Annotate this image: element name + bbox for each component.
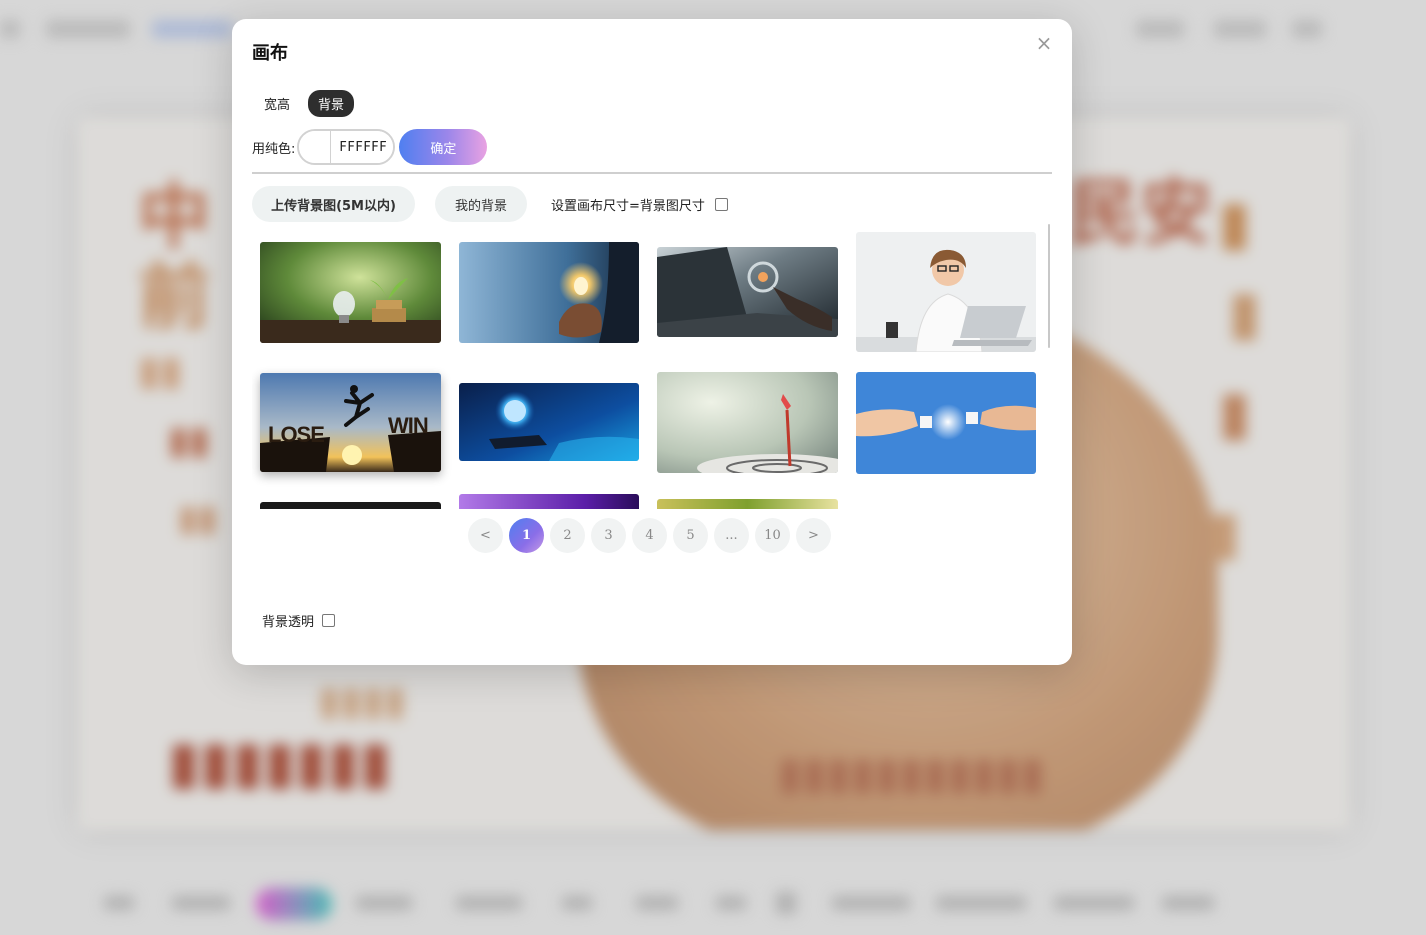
- gallery-pagination: < 1 2 3 4 5 ... 10 >: [468, 518, 831, 553]
- transparent-background-checkbox[interactable]: [322, 614, 336, 627]
- match-size-option: 设置画布尺寸=背景图尺寸: [551, 195, 728, 214]
- confirm-color-button[interactable]: 确定: [399, 129, 488, 165]
- close-button[interactable]: ×: [1032, 31, 1056, 55]
- gallery-scrollbar[interactable]: [1048, 224, 1050, 348]
- gallery-thumb-puzzle-hands[interactable]: [856, 372, 1036, 474]
- gallery-thumb-magnifier-laptop[interactable]: [657, 247, 838, 337]
- gallery-thumb-dark[interactable]: [260, 502, 441, 509]
- transparent-background-option: 背景透明: [262, 611, 336, 630]
- page-1-button[interactable]: 1: [509, 518, 544, 553]
- solid-color-row: 用纯色: 确定: [252, 129, 488, 165]
- gallery-thumb-lightbulb-plant[interactable]: [260, 242, 441, 343]
- gallery-thumb-lose-win[interactable]: LOSE WIN: [260, 373, 441, 472]
- page-2-button[interactable]: 2: [550, 518, 585, 553]
- background-actions: 上传背景图(5M以内) 我的背景 设置画布尺寸=背景图尺寸: [252, 186, 728, 222]
- gallery-thumb-hand-lightbulb[interactable]: [459, 242, 639, 343]
- prev-page-button[interactable]: <: [468, 518, 503, 553]
- color-picker-group: [297, 129, 396, 165]
- gallery-thumb-dart-target[interactable]: [657, 372, 838, 473]
- gallery-thumb-woman-thinking[interactable]: [856, 232, 1036, 352]
- gallery-thumb-purple[interactable]: [459, 494, 639, 509]
- dialog-title: 画布: [252, 43, 288, 64]
- next-page-button[interactable]: >: [796, 518, 831, 553]
- transparent-background-label: 背景透明: [262, 615, 315, 630]
- thumb-text-lose: LOSE: [268, 422, 325, 447]
- gallery-thumb-green[interactable]: [657, 499, 838, 509]
- close-icon: ×: [1035, 31, 1053, 55]
- page-3-button[interactable]: 3: [591, 518, 626, 553]
- page-5-button[interactable]: 5: [673, 518, 708, 553]
- match-size-checkbox[interactable]: [714, 197, 728, 211]
- page-ellipsis-button[interactable]: ...: [714, 518, 749, 553]
- background-gallery: LOSE WIN: [252, 224, 1052, 509]
- color-hex-input[interactable]: [331, 131, 394, 163]
- thumb-text-win: WIN: [388, 413, 429, 438]
- gallery-thumb-digital-globe[interactable]: [459, 383, 639, 461]
- page-10-button[interactable]: 10: [755, 518, 790, 553]
- tab-size[interactable]: 宽高: [254, 90, 300, 117]
- upload-background-button[interactable]: 上传背景图(5M以内): [252, 186, 415, 222]
- my-backgrounds-button[interactable]: 我的背景: [435, 186, 527, 222]
- solid-color-label: 用纯色:: [252, 141, 296, 157]
- match-size-label: 设置画布尺寸=背景图尺寸: [551, 198, 705, 214]
- canvas-dialog: 画布 × 宽高 背景 用纯色: 确定 上传背景图(5M以内) 我的背景 设置画布…: [232, 19, 1072, 665]
- tab-background[interactable]: 背景: [308, 90, 355, 117]
- dialog-tabs: 宽高 背景: [254, 90, 355, 117]
- page-4-button[interactable]: 4: [632, 518, 667, 553]
- divider: [252, 172, 1052, 174]
- color-swatch[interactable]: [299, 131, 332, 163]
